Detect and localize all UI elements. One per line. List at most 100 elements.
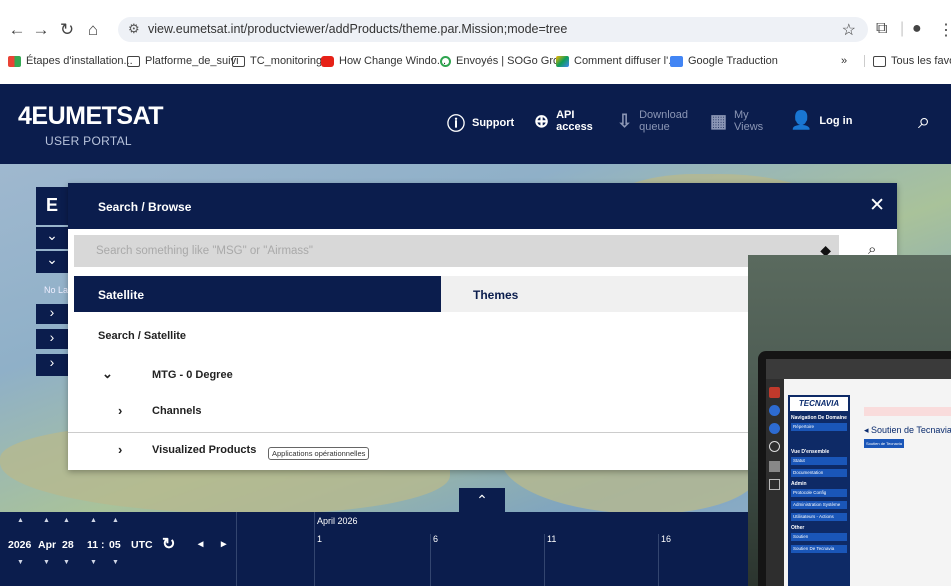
photo-dock-icon <box>769 423 780 434</box>
sidebar-chevron-right-icon[interactable]: › <box>36 354 68 376</box>
photo-nav-item: Répertoire <box>791 423 847 431</box>
photo-nav-item: Protocole Config <box>791 489 847 497</box>
my-views-button[interactable]: ▦ My Views <box>710 109 763 133</box>
year-down-icon[interactable]: ▼ <box>17 559 24 566</box>
api-access-button[interactable]: ⊕ API access <box>534 109 593 133</box>
api-label: API access <box>556 109 593 133</box>
globe-icon: ⊕ <box>534 110 550 131</box>
views-line2: Views <box>734 121 764 133</box>
timeline-divider <box>658 534 659 586</box>
menu-icon[interactable]: ⋮ <box>938 20 951 40</box>
sidebar-chevron-right-icon[interactable]: › <box>36 329 68 349</box>
bookmark-item[interactable]: Platforme_de_suivi <box>127 55 239 67</box>
timeline-minute[interactable]: 05 <box>109 539 121 551</box>
minute-up-icon[interactable]: ▲ <box>112 517 119 524</box>
site-settings-icon[interactable]: ⚙ <box>128 21 140 37</box>
eumetsat-logo[interactable]: 4EUMETSAT USER PORTAL <box>18 102 164 148</box>
bookmark-label: TC_monitoring <box>250 55 323 67</box>
search-input[interactable] <box>74 235 814 267</box>
forward-icon[interactable]: → <box>32 20 50 40</box>
photo-dock-icon <box>769 387 780 398</box>
all-bookmarks-folder[interactable]: Tous les favori <box>864 55 951 67</box>
next-icon[interactable]: ▸ <box>221 538 226 550</box>
address-bar[interactable]: ⚙ view.eumetsat.int/productviewer/addPro… <box>118 17 868 42</box>
bookmark-label: Platforme_de_suivi <box>145 55 239 67</box>
sidebar-chevron-right-icon[interactable]: › <box>36 304 68 324</box>
sogo-icon <box>440 55 451 67</box>
bookmark-item[interactable]: Google Traduction <box>670 55 778 67</box>
sidebar-chevron-down-icon[interactable]: ⌄ <box>36 227 68 249</box>
minute-down-icon[interactable]: ▼ <box>112 559 119 566</box>
timeline-divider <box>430 534 431 586</box>
profile-avatar[interactable]: ● <box>912 20 922 38</box>
search-icon[interactable]: ⌕ <box>918 108 930 134</box>
tecnavia-logo: TECNAVIA <box>790 397 848 411</box>
sidebar-title: E <box>36 187 68 225</box>
timeline-tick[interactable]: 1 <box>317 534 322 544</box>
sidebar-chevron-down-icon[interactable]: ⌄ <box>36 251 68 273</box>
bookmark-item[interactable]: TC_monitoring <box>232 55 322 67</box>
download-icon: ⇩ <box>617 110 633 131</box>
timeline-tick[interactable]: 6 <box>433 534 438 544</box>
photo-heading-text: Soutien de Tecnavia <box>871 425 951 435</box>
breadcrumb: Search / Satellite <box>98 330 187 342</box>
bookmark-label: Google Traduction <box>688 55 778 67</box>
bookmarks-overflow-button[interactable]: » <box>841 55 847 67</box>
close-icon[interactable]: ✕ <box>869 194 885 217</box>
tab-satellite[interactable]: Satellite <box>74 276 441 312</box>
bookmark-item[interactable]: Étapes d'installation... <box>8 55 133 67</box>
photo-dock <box>766 379 784 586</box>
photo-nav-item: Documentation <box>791 469 847 477</box>
back-icon[interactable]: ← <box>8 20 26 40</box>
bookmark-item[interactable]: Envoyés | SOGo Gro... <box>440 55 568 67</box>
tree-item-label: Channels <box>152 405 202 417</box>
reload-icon[interactable]: ↻ <box>58 20 76 40</box>
day-down-icon[interactable]: ▼ <box>63 559 70 566</box>
tree-item-label: Visualized Products <box>152 444 257 456</box>
timeline-month[interactable]: Apr <box>38 539 56 551</box>
timeline-year[interactable]: 2026 <box>8 539 31 551</box>
laptop-photo: Navigation De Domaine Répertoire Vue D'e… <box>758 351 951 586</box>
year-up-icon[interactable]: ▲ <box>17 517 24 524</box>
extensions-icon[interactable]: ⧉ <box>876 20 887 38</box>
photo-dock-icon <box>769 441 780 452</box>
toolbar-divider: | <box>900 20 905 37</box>
bookmark-item[interactable]: Comment diffuser l'... <box>556 55 677 67</box>
photo-nav-title: Navigation De Domaine <box>791 415 847 421</box>
timeline-toggle-button[interactable]: ⌃ <box>459 488 505 512</box>
previous-icon[interactable]: ◂ <box>198 538 203 550</box>
timeline-day[interactable]: 28 <box>62 539 74 551</box>
bookmark-star-icon[interactable]: ☆ <box>842 20 856 40</box>
bookmark-item[interactable]: How Change Windo... <box>321 55 446 67</box>
support-button[interactable]: ⓘ Support <box>447 110 514 136</box>
modal-title: Search / Browse <box>98 200 192 214</box>
download-label: Download queue <box>639 109 688 133</box>
download-queue-button[interactable]: ⇩ Download queue <box>617 109 688 133</box>
address-url: view.eumetsat.int/productviewer/addProdu… <box>148 22 568 36</box>
logo-prefix: 4 <box>18 102 32 130</box>
login-button[interactable]: 👤 Log in <box>790 110 852 131</box>
timeline-tick[interactable]: 16 <box>661 534 671 544</box>
bookmarks-bar: Étapes d'installation... Platforme_de_su… <box>0 50 951 74</box>
home-icon[interactable]: ⌂ <box>84 20 102 40</box>
timeline-hour[interactable]: 11 <box>87 539 98 551</box>
grid-icon: ▦ <box>710 110 728 131</box>
photo-dock-icon <box>769 479 780 490</box>
chevron-right-icon[interactable]: › <box>118 442 122 457</box>
refresh-icon[interactable]: ↻ <box>162 534 175 554</box>
chevron-right-icon[interactable]: › <box>118 403 122 418</box>
logo-text: EUMETSAT <box>31 102 164 130</box>
day-up-icon[interactable]: ▲ <box>63 517 70 524</box>
month-down-icon[interactable]: ▼ <box>43 559 50 566</box>
logo-subtitle: USER PORTAL <box>45 134 132 148</box>
bookmark-label: Comment diffuser l'... <box>574 55 678 67</box>
info-icon: ⓘ <box>447 114 465 134</box>
month-up-icon[interactable]: ▲ <box>43 517 50 524</box>
chevron-down-icon[interactable]: ⌄ <box>102 366 113 382</box>
timeline-tick[interactable]: 11 <box>547 534 556 544</box>
folder-icon <box>127 55 140 67</box>
tree-item-label: MTG - 0 Degree <box>152 369 233 381</box>
hour-down-icon[interactable]: ▼ <box>90 559 97 566</box>
hour-up-icon[interactable]: ▲ <box>90 517 97 524</box>
apps-icon <box>8 55 21 67</box>
